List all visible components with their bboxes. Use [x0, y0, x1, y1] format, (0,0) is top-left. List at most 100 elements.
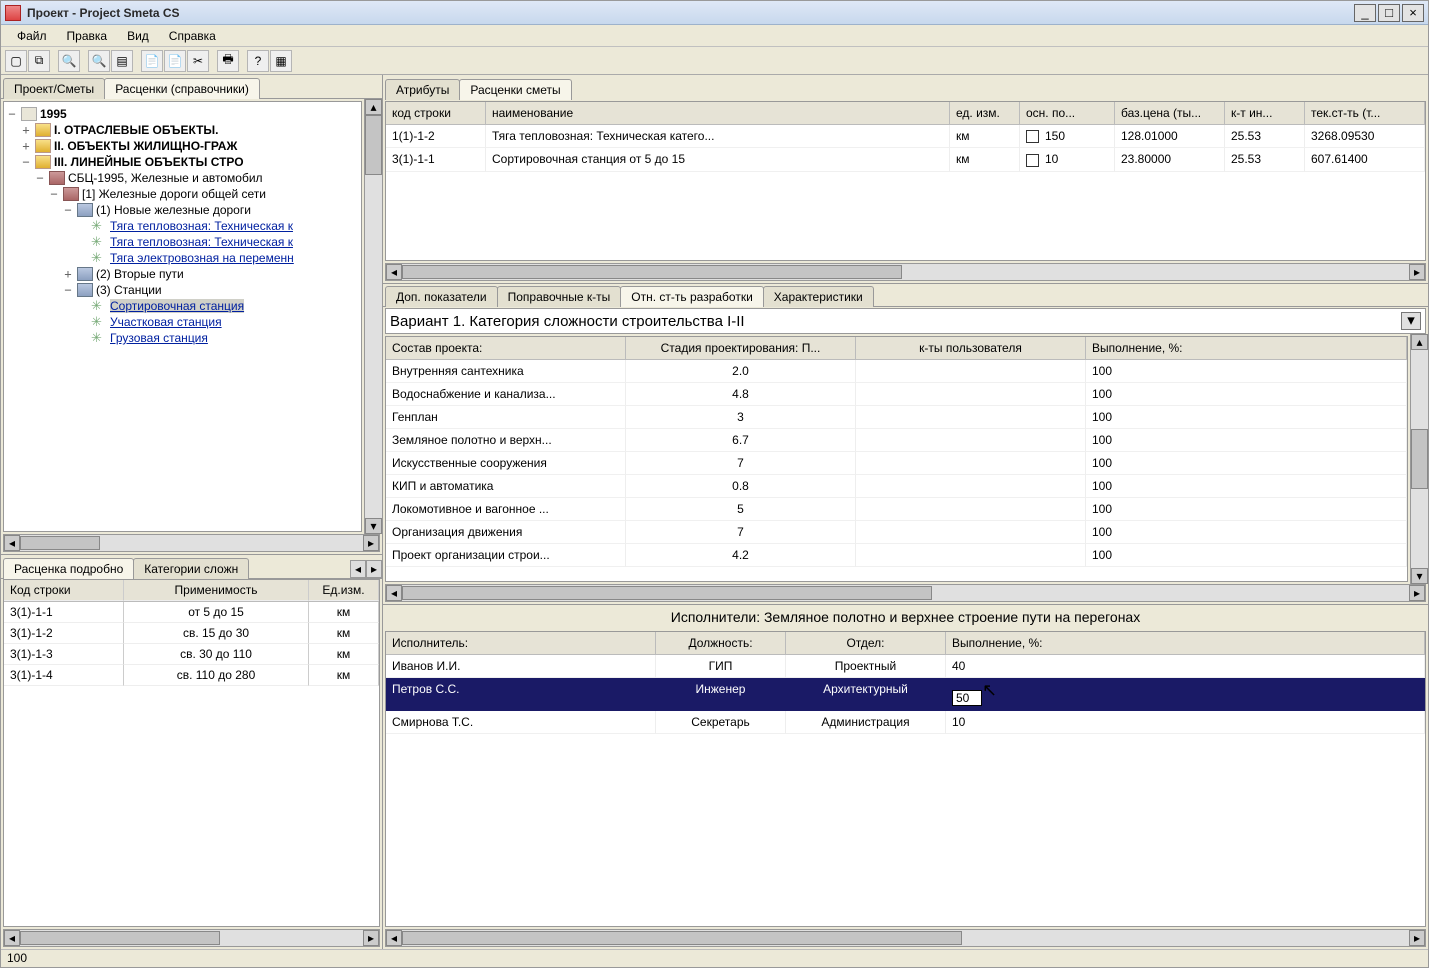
doc1-icon[interactable]: 📄: [141, 50, 163, 72]
tree-view[interactable]: −1995 +I. ОТРАСЛЕВЫЕ ОБЪЕКТЫ. +II. ОБЪЕК…: [3, 101, 362, 532]
print-icon[interactable]: 🖶: [217, 50, 239, 72]
dh-3[interactable]: к-ты пользователя: [856, 337, 1086, 360]
tab-pop[interactable]: Поправочные к-ты: [497, 286, 622, 307]
tree-g2[interactable]: (2) Вторые пути: [96, 267, 184, 281]
menu-help[interactable]: Справка: [159, 27, 226, 45]
table-row[interactable]: 3(1)-1-2св. 15 до 30км: [4, 623, 379, 644]
mt-hscroll[interactable]: ◂▸: [3, 929, 380, 947]
table-row[interactable]: 3(1)-1-1от 5 до 15км: [4, 602, 379, 623]
new-icon[interactable]: ▢: [5, 50, 27, 72]
tab-dop[interactable]: Доп. показатели: [385, 286, 498, 307]
close-button[interactable]: ×: [1402, 4, 1424, 22]
tree-station-1[interactable]: Сортировочная станция: [110, 299, 244, 313]
tab-scroll-left[interactable]: ◂: [350, 560, 366, 578]
menu-file[interactable]: Файл: [7, 27, 57, 45]
search2-icon[interactable]: 🔍: [88, 50, 110, 72]
calc-icon[interactable]: ▦: [270, 50, 292, 72]
tree-hscroll[interactable]: ◂▸: [3, 534, 380, 552]
tab-attributes[interactable]: Атрибуты: [385, 79, 460, 100]
tree-item-3[interactable]: Тяга электровозная на переменн: [110, 251, 294, 265]
table-row[interactable]: Водоснабжение и канализа...4.8100: [386, 383, 1407, 406]
checkbox[interactable]: [1026, 154, 1039, 167]
tree-sec-1[interactable]: I. ОТРАСЛЕВЫЕ ОБЪЕКТЫ.: [54, 123, 219, 137]
tab-rates[interactable]: Расценки (справочники): [104, 78, 260, 99]
table-row[interactable]: Смирнова Т.С.СекретарьАдминистрация10: [386, 711, 1425, 734]
ph-3[interactable]: Отдел:: [786, 632, 946, 655]
copy-icon[interactable]: ⧉: [28, 50, 50, 72]
tab-rate-detail[interactable]: Расценка подробно: [3, 558, 134, 579]
tab-categories[interactable]: Категории сложн: [133, 558, 249, 579]
detail-hscroll[interactable]: ◂▸: [385, 584, 1426, 602]
search-icon[interactable]: 🔍: [58, 50, 80, 72]
table-row[interactable]: 3(1)-1-3св. 30 до 110км: [4, 644, 379, 665]
mt-h1[interactable]: Код строки: [4, 580, 124, 601]
tree-vscroll[interactable]: ▴▾: [364, 99, 382, 534]
tree-item-1[interactable]: Тяга тепловозная: Техническая к: [110, 219, 293, 233]
tree-sec-2[interactable]: II. ОБЪЕКТЫ ЖИЛИЩНО-ГРАЖ: [54, 139, 237, 153]
gh-name[interactable]: наименование: [486, 102, 950, 125]
minimize-button[interactable]: _: [1354, 4, 1376, 22]
rates-hscroll[interactable]: ◂▸: [385, 263, 1426, 281]
tree-station-3[interactable]: Грузовая станция: [110, 331, 208, 345]
rate-detail-table: Код строки Применимость Ед.изм. 3(1)-1-1…: [3, 579, 380, 927]
help-icon[interactable]: ?: [247, 50, 269, 72]
dh-4[interactable]: Выполнение, %:: [1086, 337, 1407, 360]
tree-root[interactable]: 1995: [40, 107, 67, 121]
left-tabs: Проект/Сметы Расценки (справочники): [1, 75, 382, 99]
tree-item-2[interactable]: Тяга тепловозная: Техническая к: [110, 235, 293, 249]
dropdown-arrow-icon[interactable]: ▾: [1401, 312, 1421, 330]
table-row[interactable]: Организация движения7100: [386, 521, 1407, 544]
doc2-icon[interactable]: 📄: [164, 50, 186, 72]
ph-4[interactable]: Выполнение, %:: [946, 632, 1425, 655]
gh-cur[interactable]: тек.ст-ть (т...: [1305, 102, 1425, 125]
app-window: Проект - Project Smeta CS _ □ × Файл Пра…: [0, 0, 1429, 968]
menu-view[interactable]: Вид: [117, 27, 159, 45]
table-row[interactable]: КИП и автоматика0.8100: [386, 475, 1407, 498]
table-row[interactable]: Иванов И.И.ГИППроектный40: [386, 655, 1425, 678]
detail-vscroll[interactable]: ▴▾: [1410, 334, 1428, 584]
variant-selector[interactable]: Вариант 1. Категория сложности строитель…: [385, 308, 1426, 334]
table-row[interactable]: Генплан3100: [386, 406, 1407, 429]
gh-base[interactable]: баз.цена (ты...: [1115, 102, 1225, 125]
tree-g1[interactable]: (1) Новые железные дороги: [96, 203, 251, 217]
tools-icon[interactable]: ✂: [187, 50, 209, 72]
gh-k[interactable]: к-т ин...: [1225, 102, 1305, 125]
table-row[interactable]: Земляное полотно и верхн...6.7100: [386, 429, 1407, 452]
tree-station-2[interactable]: Участковая станция: [110, 315, 222, 329]
tree-sec-3[interactable]: III. ЛИНЕЙНЫЕ ОБЪЕКТЫ СТРО: [54, 155, 244, 169]
table-row[interactable]: 3(1)-1-4св. 110 до 280км: [4, 665, 379, 686]
table-row[interactable]: 3(1)-1-1Сортировочная станция от 5 до 15…: [386, 148, 1425, 171]
detail-grid: Состав проекта: Стадия проектирования: П…: [385, 336, 1408, 582]
tab-project[interactable]: Проект/Сметы: [3, 78, 105, 99]
gh-unit[interactable]: ед. изм.: [950, 102, 1020, 125]
checkbox[interactable]: [1026, 130, 1039, 143]
table-row[interactable]: Проект организации строи...4.2100: [386, 544, 1407, 567]
mt-h2[interactable]: Применимость: [124, 580, 309, 601]
table-row[interactable]: Внутренняя сантехника2.0100: [386, 360, 1407, 383]
table-row[interactable]: 1(1)-1-2Тяга тепловозная: Техническая ка…: [386, 125, 1425, 148]
table-row[interactable]: Искусственные сооружения7100: [386, 452, 1407, 475]
tree-sbc[interactable]: СБЦ-1995, Железные и автомобил: [68, 171, 263, 185]
maximize-button[interactable]: □: [1378, 4, 1400, 22]
mt-h3[interactable]: Ед.изм.: [309, 580, 379, 601]
tab-har[interactable]: Характеристики: [763, 286, 874, 307]
perf-hscroll[interactable]: ◂▸: [385, 929, 1426, 947]
edit-input[interactable]: 50: [952, 690, 982, 706]
table-row-selected[interactable]: Петров С.С.ИнженерАрхитектурный50: [386, 678, 1425, 711]
cursor-icon: [982, 682, 998, 702]
list-icon[interactable]: ▤: [111, 50, 133, 72]
ph-1[interactable]: Исполнитель:: [386, 632, 656, 655]
dh-1[interactable]: Состав проекта:: [386, 337, 626, 360]
dh-2[interactable]: Стадия проектирования: П...: [626, 337, 856, 360]
tab-scroll-right[interactable]: ▸: [366, 560, 382, 578]
menu-edit[interactable]: Правка: [57, 27, 118, 45]
tree-ch1[interactable]: [1] Железные дороги общей сети: [82, 187, 266, 201]
right-top-tabs: Атрибуты Расценки сметы: [383, 75, 1428, 99]
tab-otn[interactable]: Отн. ст-ть разработки: [620, 286, 764, 307]
tab-smeta-rates[interactable]: Расценки сметы: [459, 79, 571, 100]
gh-osn[interactable]: осн. по...: [1020, 102, 1115, 125]
tree-g3[interactable]: (3) Станции: [96, 283, 162, 297]
table-row[interactable]: Локомотивное и вагонное ...5100: [386, 498, 1407, 521]
ph-2[interactable]: Должность:: [656, 632, 786, 655]
gh-code[interactable]: код строки: [386, 102, 486, 125]
